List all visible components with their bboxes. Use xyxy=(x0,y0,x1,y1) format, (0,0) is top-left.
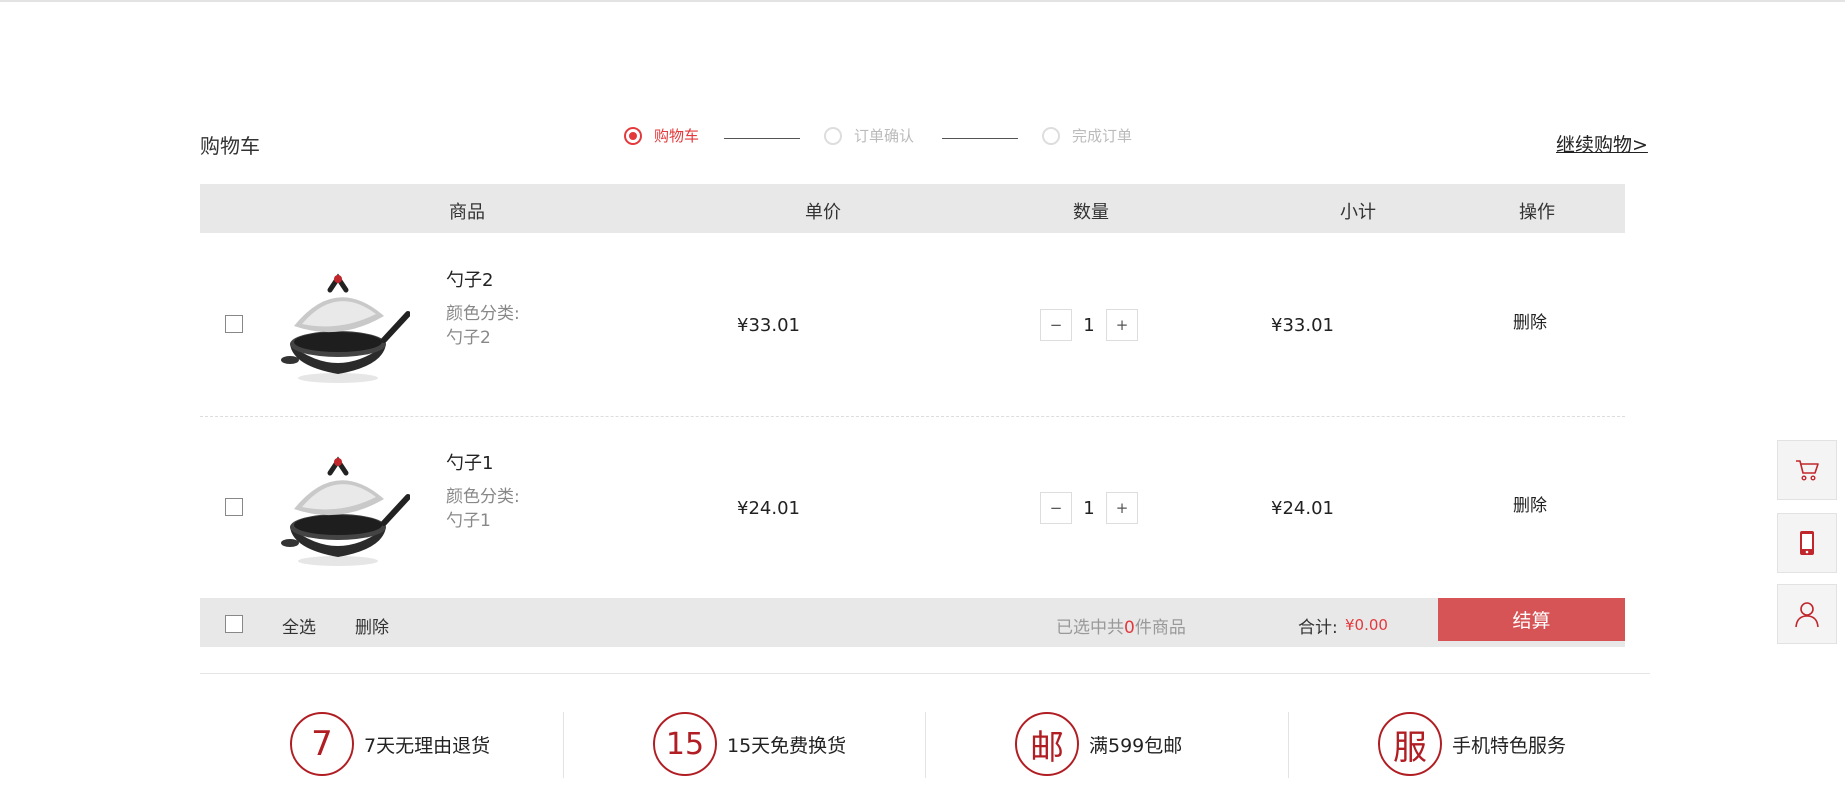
total-label: 合计: xyxy=(1298,618,1338,638)
quantity-stepper: − 1 + xyxy=(1040,308,1138,342)
step-order-complete-dot-icon xyxy=(1042,126,1060,145)
col-header-product: 商品 xyxy=(449,202,485,223)
step-order-confirm: 订单确认 xyxy=(824,125,914,146)
service-item: 服 手机特色服务 xyxy=(1378,712,1566,776)
service-label: 15天免费换货 xyxy=(727,734,847,757)
return-7-days-icon: 7 xyxy=(290,712,354,776)
cart-item-row: 勺子1 颜色分类: 勺子1 ¥24.01 − 1 + ¥24.01 删除 xyxy=(200,417,1625,599)
item-subtotal: ¥33.01 xyxy=(1271,315,1334,336)
select-all-checkbox[interactable] xyxy=(225,615,243,633)
selected-count-prefix: 已选中共 xyxy=(1056,618,1124,638)
select-all-label[interactable]: 全选 xyxy=(282,613,316,638)
product-image xyxy=(281,273,410,383)
free-shipping-icon: 邮 xyxy=(1015,712,1079,776)
unit-price: ¥24.01 xyxy=(737,498,800,519)
selected-count-suffix: 件商品 xyxy=(1134,618,1186,638)
service-icon: 服 xyxy=(1378,712,1442,776)
top-divider xyxy=(0,0,1845,2)
product-name[interactable]: 勺子1 xyxy=(446,449,493,475)
quantity-stepper: − 1 + xyxy=(1040,491,1138,525)
side-user-button[interactable] xyxy=(1777,584,1837,644)
quantity-increase-button[interactable]: + xyxy=(1106,309,1138,341)
service-divider xyxy=(1288,712,1289,778)
cart-item-row: 勺子2 颜色分类: 勺子2 ¥33.01 − 1 + ¥33.01 删除 xyxy=(200,234,1625,417)
delete-selected-link[interactable]: 删除 xyxy=(355,613,389,638)
product-attr-value: 勺子2 xyxy=(446,328,491,348)
col-header-action: 操作 xyxy=(1519,202,1555,223)
col-header-subtotal: 小计 xyxy=(1340,202,1376,223)
progress-steps: 购物车 订单确认 完成订单 xyxy=(624,125,1144,151)
step-cart-dot-icon xyxy=(624,126,642,145)
quantity-increase-button[interactable]: + xyxy=(1106,492,1138,524)
product-name[interactable]: 勺子2 xyxy=(446,266,493,292)
product-image xyxy=(281,456,410,566)
exchange-15-days-icon: 15 xyxy=(653,712,717,776)
unit-price: ¥33.01 xyxy=(737,315,800,336)
step-connector xyxy=(942,138,1018,139)
product-attributes: 颜色分类: 勺子2 xyxy=(446,302,566,350)
product-attr-value: 勺子1 xyxy=(446,511,491,531)
service-divider xyxy=(563,712,564,778)
selected-count-text: 已选中共0件商品 xyxy=(1056,613,1186,638)
side-cart-button[interactable] xyxy=(1777,440,1837,500)
item-subtotal: ¥24.01 xyxy=(1271,498,1334,519)
item-checkbox[interactable] xyxy=(225,315,243,333)
service-item: 邮 满599包邮 xyxy=(1015,712,1182,776)
step-cart: 购物车 xyxy=(624,125,699,146)
step-order-complete: 完成订单 xyxy=(1042,125,1132,146)
continue-shopping-link[interactable]: 继续购物> xyxy=(1556,130,1648,157)
product-attr-label: 颜色分类: xyxy=(446,304,520,324)
quantity-value[interactable]: 1 xyxy=(1072,315,1106,336)
product-attributes: 颜色分类: 勺子1 xyxy=(446,485,566,533)
step-cart-label: 购物车 xyxy=(654,127,700,145)
user-icon xyxy=(1795,602,1819,628)
item-checkbox[interactable] xyxy=(225,498,243,516)
service-label: 满599包邮 xyxy=(1089,734,1183,757)
cart-table-header: 商品 单价 数量 小计 操作 xyxy=(200,184,1625,233)
cart-icon xyxy=(1796,460,1819,481)
service-item: 15 15天免费换货 xyxy=(653,712,846,776)
side-mobile-button[interactable] xyxy=(1777,513,1837,573)
col-header-unit-price: 单价 xyxy=(805,202,841,223)
quantity-value[interactable]: 1 xyxy=(1072,498,1106,519)
total-amount: ¥0.00 xyxy=(1345,616,1388,634)
product-attr-label: 颜色分类: xyxy=(446,487,520,507)
col-header-quantity: 数量 xyxy=(1073,202,1109,223)
section-divider xyxy=(200,673,1650,674)
cart-footer-bar: 全选 删除 已选中共0件商品 合计: ¥0.00 结算 xyxy=(200,598,1625,647)
step-connector xyxy=(724,138,800,139)
mobile-icon xyxy=(1800,531,1814,555)
delete-item-link[interactable]: 删除 xyxy=(1513,491,1547,516)
service-item: 7 7天无理由退货 xyxy=(290,712,490,776)
delete-item-link[interactable]: 删除 xyxy=(1513,308,1547,333)
service-label: 手机特色服务 xyxy=(1452,734,1567,757)
step-order-confirm-label: 订单确认 xyxy=(854,127,915,145)
page-title: 购物车 xyxy=(200,134,260,158)
step-order-complete-label: 完成订单 xyxy=(1072,127,1133,145)
selected-count-number: 0 xyxy=(1124,618,1135,638)
quantity-decrease-button[interactable]: − xyxy=(1040,492,1072,524)
service-label: 7天无理由退货 xyxy=(364,734,491,757)
step-order-confirm-dot-icon xyxy=(824,126,842,145)
service-divider xyxy=(925,712,926,778)
checkout-button[interactable]: 结算 xyxy=(1438,598,1625,641)
quantity-decrease-button[interactable]: − xyxy=(1040,309,1072,341)
